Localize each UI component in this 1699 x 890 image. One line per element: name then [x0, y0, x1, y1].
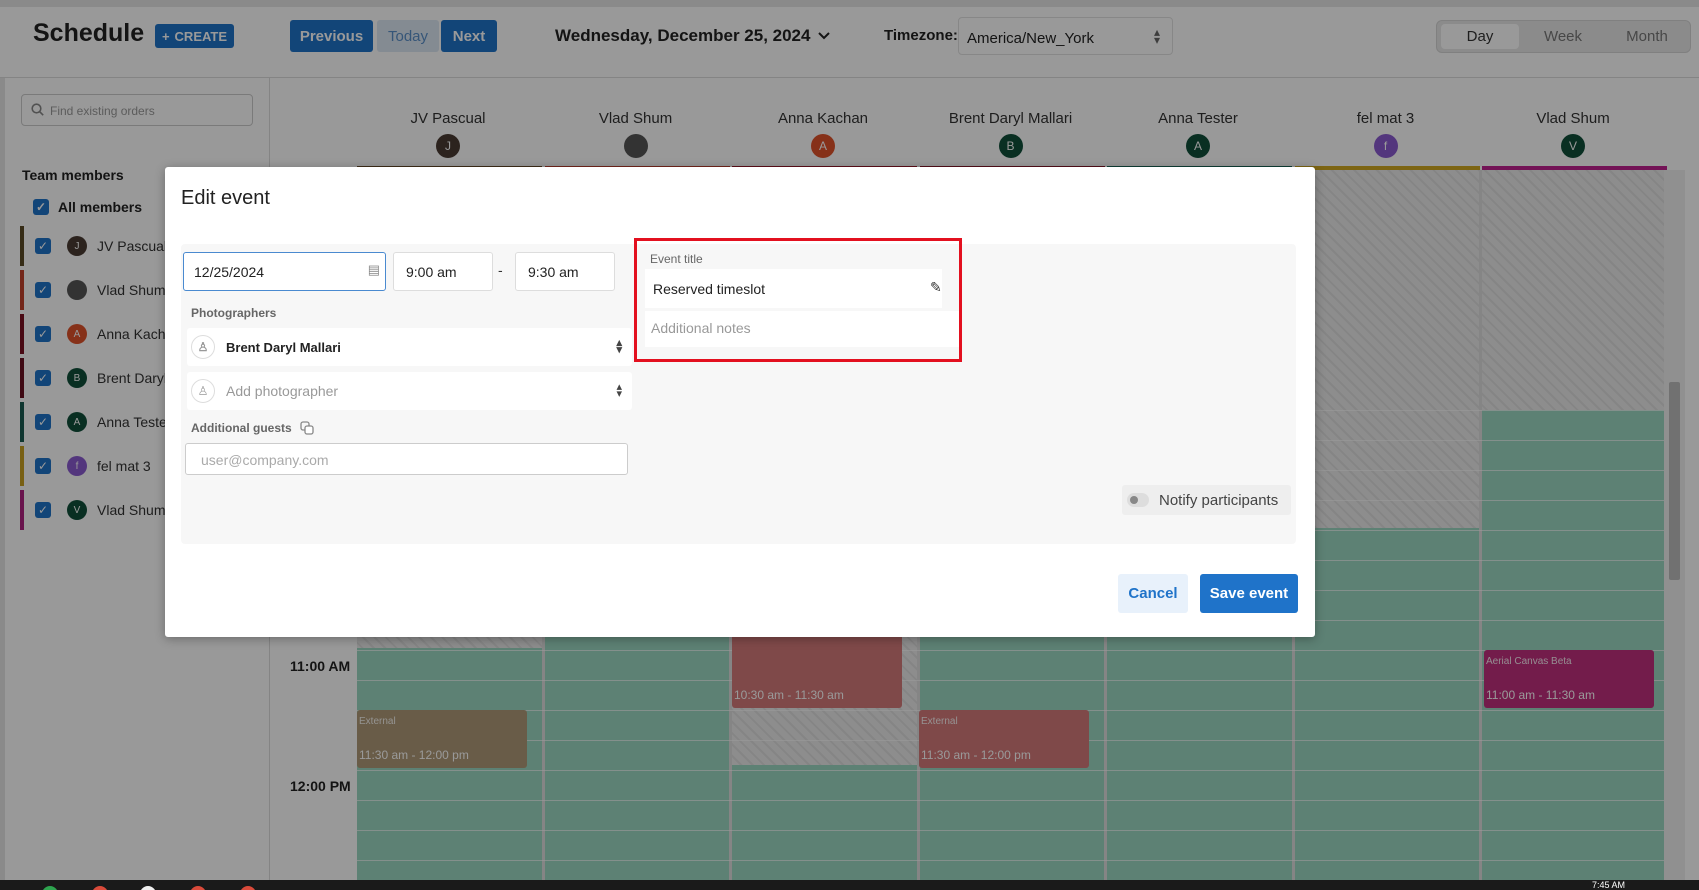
add-photographer-select[interactable]: ♙ Add photographer ▴ ▾ [187, 372, 632, 410]
toggle-knob [1130, 496, 1138, 504]
taskbar-app-icon[interactable] [42, 886, 58, 890]
person-icon: ♙ [191, 379, 215, 403]
add-photographer-placeholder: Add photographer [226, 383, 339, 399]
notes-field[interactable]: Additional notes [645, 311, 959, 347]
app-root: Schedule + CREATE Previous Today Next We… [0, 0, 1699, 890]
taskbar-clock: 7:45 AM [1592, 880, 1626, 890]
updown-icon: ▴ ▾ [616, 381, 622, 400]
calendar-icon[interactable]: ▤ [368, 262, 380, 278]
guests-input[interactable]: user@company.com [185, 443, 628, 475]
os-taskbar: 7:45 AM [0, 880, 1699, 890]
modal-body: 12/25/2024 ▤ 9:00 am - 9:30 am Photograp… [181, 238, 1296, 544]
guests-placeholder: user@company.com [201, 452, 329, 468]
edit-event-modal: Edit event 12/25/2024 ▤ 9:00 am - 9:30 a… [165, 167, 1315, 637]
photographer-selected: Brent Daryl Mallari [226, 339, 341, 355]
person-icon: ♙ [191, 335, 215, 359]
photographers-label: Photographers [191, 306, 277, 320]
start-time-field[interactable]: 9:00 am [393, 252, 493, 291]
additional-guests-label-row: Additional guests [191, 421, 314, 435]
modal-title: Edit event [181, 187, 270, 209]
date-field[interactable]: 12/25/2024 ▤ [183, 252, 386, 291]
toggle-switch[interactable] [1127, 493, 1149, 507]
taskbar-app-icon[interactable] [190, 886, 206, 890]
notes-placeholder: Additional notes [651, 320, 751, 336]
updown-icon: ▴ ▾ [616, 337, 622, 356]
start-time-value: 9:00 am [406, 263, 457, 280]
end-time-field[interactable]: 9:30 am [515, 252, 615, 291]
taskbar-app-icon[interactable] [92, 886, 108, 890]
photographer-select[interactable]: ♙ Brent Daryl Mallari ▴ ▾ [187, 328, 632, 366]
event-title-field[interactable]: Reserved timeslot ✎ [645, 269, 942, 308]
copy-icon[interactable] [300, 421, 314, 435]
notify-participants-toggle[interactable]: Notify participants [1122, 485, 1291, 515]
end-time-value: 9:30 am [528, 263, 579, 280]
event-title-value: Reserved timeslot [653, 281, 766, 297]
date-value: 12/25/2024 [194, 263, 265, 280]
taskbar-app-icon[interactable] [240, 886, 256, 890]
pencil-icon[interactable]: ✎ [930, 279, 942, 296]
time-separator: - [498, 262, 503, 278]
save-event-button[interactable]: Save event [1200, 574, 1298, 613]
event-title-label: Event title [650, 252, 703, 266]
taskbar-app-icon[interactable] [140, 886, 156, 890]
notify-label: Notify participants [1159, 491, 1279, 509]
additional-guests-label: Additional guests [191, 421, 292, 435]
cancel-button[interactable]: Cancel [1118, 574, 1188, 613]
